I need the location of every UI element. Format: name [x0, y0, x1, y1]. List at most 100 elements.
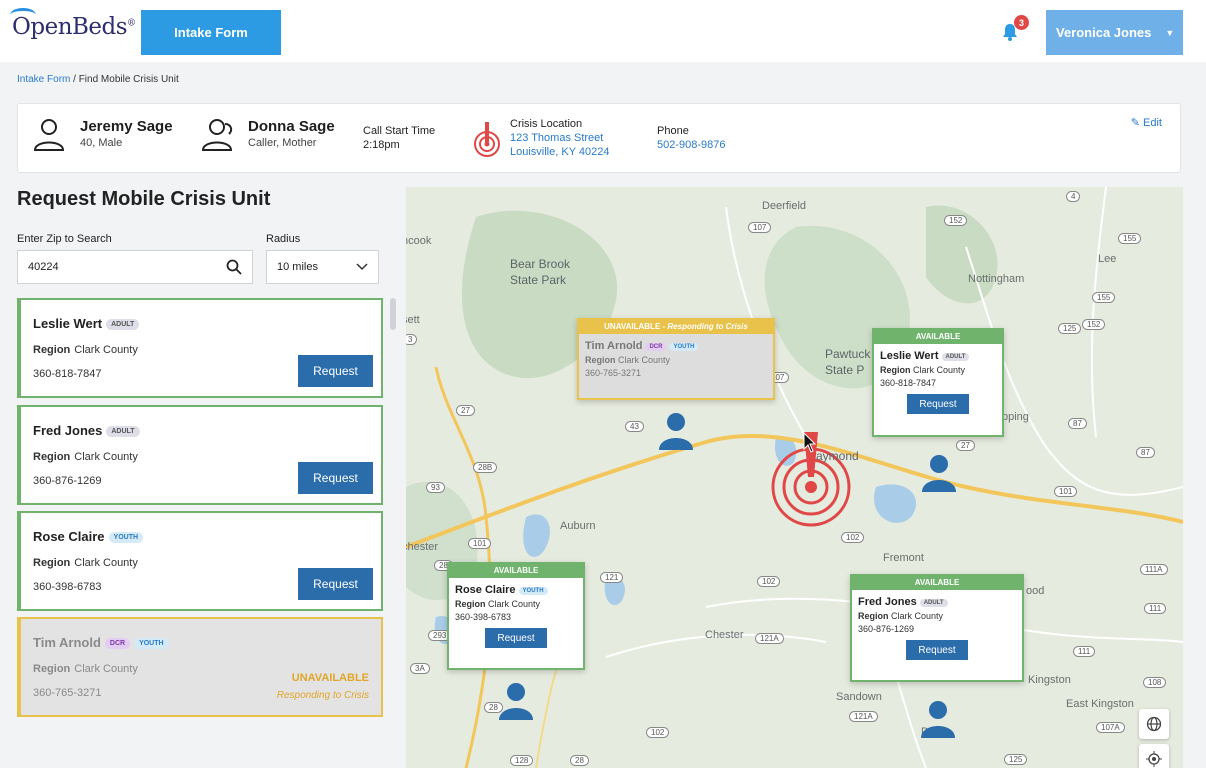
route-shield: 107 [748, 222, 772, 233]
popup-phone: 360-765-3271 [585, 368, 642, 378]
popup-region: Region Clark County [858, 611, 944, 621]
call-start-block: Call Start Time 2:18pm [363, 124, 435, 152]
patient-info: Jeremy Sage 40, Male [80, 118, 173, 149]
request-button[interactable]: Request [298, 568, 373, 600]
route-shield: 108 [1143, 677, 1167, 688]
edit-button[interactable]: ✎ Edit [1131, 116, 1162, 129]
popup-unit-name: Leslie Wert ADULT [880, 350, 1002, 362]
top-bar: OpenBeds® Intake Form 3 Veronica Jones ▼ [0, 0, 1206, 62]
adult-tag: ADULT [106, 426, 140, 437]
map-place-label: East Kingston [1066, 698, 1134, 710]
youth-tag: YOUTH [669, 343, 699, 351]
route-shield: 93 [426, 482, 445, 493]
zip-search-input[interactable]: 40224 [17, 250, 253, 284]
call-start-value: 2:18pm [363, 139, 400, 151]
unit-location-marker-rose-claire[interactable] [498, 682, 534, 720]
route-shield: 125 [1004, 754, 1028, 765]
crisis-address-line2[interactable]: Louisville, KY 40224 [510, 145, 609, 159]
popup-region: Region Clark County [455, 599, 541, 609]
unit-name: Leslie Wert ADULT [33, 316, 140, 331]
map-popup-rose-claire: AVAILABLE Rose Claire YOUTH Region Clark … [447, 562, 585, 670]
unit-phone: 360-818-7847 [33, 368, 102, 380]
popup-unit-name: Tim Arnold DCR YOUTH [585, 340, 773, 352]
route-shield: 111 [1073, 646, 1096, 657]
user-name: Veronica Jones [1056, 25, 1152, 40]
route-shield: 27 [456, 405, 475, 416]
map-place-label: Pawtuck [825, 347, 871, 361]
popup-unit-name: Fred Jones ADULT [858, 596, 1022, 608]
map-view[interactable]: Deerfield Bear Brook State Park Nottingh… [406, 187, 1183, 768]
edit-icon: ✎ [1130, 117, 1140, 129]
route-shield: 121A [849, 711, 878, 722]
crisis-address-line1[interactable]: 123 Thomas Street [510, 131, 609, 145]
radius-select[interactable]: 10 miles [266, 250, 379, 284]
unit-region: Region Clark County [33, 451, 138, 463]
request-button[interactable]: Request [298, 462, 373, 494]
map-place-label: sett [406, 314, 420, 326]
breadcrumb: Intake Form / Find Mobile Crisis Unit [17, 74, 179, 85]
map-place-label: Lee [1098, 253, 1117, 265]
route-shield: 155 [1118, 233, 1142, 244]
request-button[interactable]: Request [298, 355, 373, 387]
user-menu-button[interactable]: Veronica Jones ▼ [1046, 10, 1183, 55]
popup-region: Region Clark County [880, 365, 966, 375]
call-start-label: Call Start Time [363, 125, 436, 137]
route-shield: 111A [1140, 564, 1168, 575]
map-popup-fred-jones: AVAILABLE Fred Jones ADULT Region Clark C… [850, 574, 1024, 682]
radius-label: Radius [266, 233, 301, 245]
adult-tag: ADULT [106, 319, 140, 330]
route-shield: 4 [1066, 191, 1081, 202]
zip-value: 40224 [28, 261, 59, 273]
map-place-label: Deerfield [762, 200, 807, 212]
youth-tag: YOUTH [134, 638, 169, 649]
unit-location-marker-fred-jones[interactable] [920, 700, 956, 738]
unit-phone: 360-398-6783 [33, 581, 102, 593]
map-place-label: Kingston [1028, 674, 1071, 686]
phone-value[interactable]: 502-908-9876 [657, 138, 726, 152]
breadcrumb-link-intake[interactable]: Intake Form [17, 74, 70, 85]
caller-details: Caller, Mother [248, 137, 317, 149]
openbeds-logo[interactable]: OpenBeds® [10, 8, 136, 40]
unit-name: Tim Arnold DCR YOUTH [33, 635, 169, 650]
popup-request-button[interactable]: Request [907, 394, 969, 414]
popup-status-header: UNAVAILABLE - Responding to Crisis [579, 320, 773, 334]
map-place-label: ood [1026, 585, 1045, 597]
route-shield: 101 [468, 538, 492, 549]
zip-label: Enter Zip to Search [17, 233, 112, 245]
locate-icon[interactable] [1139, 744, 1169, 768]
mobile-unit-list: Leslie Wert ADULT Region Clark County 360-… [17, 298, 385, 718]
unit-region: Region Clark County [33, 344, 138, 356]
map-place-label: pping [1002, 411, 1029, 423]
unavailable-status: UNAVAILABLE [291, 672, 369, 684]
crisis-info-card: Jeremy Sage 40, Male Donna Sage Caller, … [17, 103, 1181, 173]
route-shield: 121A [755, 633, 784, 644]
crisis-location-label: Crisis Location [510, 118, 583, 130]
route-shield: 125 [1058, 323, 1082, 334]
popup-status-header: AVAILABLE [874, 330, 1002, 344]
unit-location-marker-tim-arnold[interactable] [658, 412, 694, 450]
tab-intake-form[interactable]: Intake Form [141, 10, 281, 55]
map-place-label: aymond [816, 449, 859, 463]
route-shield: 102 [646, 727, 670, 738]
route-shield: 107A [1096, 722, 1125, 733]
popup-request-button[interactable]: Request [906, 640, 968, 660]
radius-value: 10 miles [277, 261, 318, 273]
unit-phone: 360-765-3271 [33, 687, 102, 699]
logo-arc-icon [10, 8, 36, 22]
crisis-location-block: Crisis Location 123 Thomas Street Louisv… [510, 117, 609, 159]
unit-name: Rose Claire YOUTH [33, 529, 144, 544]
route-shield: 111 [1144, 603, 1167, 614]
popup-phone: 360-818-7847 [880, 378, 937, 388]
search-icon[interactable] [226, 259, 242, 275]
youth-tag: YOUTH [108, 532, 144, 543]
popup-unit-name: Rose Claire YOUTH [455, 584, 583, 596]
route-shield: 27 [956, 440, 975, 451]
globe-icon[interactable] [1139, 709, 1169, 739]
route-shield: 102 [757, 576, 781, 587]
breadcrumb-current: / Find Mobile Crisis Unit [73, 74, 179, 85]
list-scrollbar[interactable] [390, 298, 396, 330]
map-place-label: Nottingham [968, 273, 1025, 285]
route-shield: 43 [625, 421, 644, 432]
unit-location-marker-leslie-wert[interactable] [921, 454, 957, 492]
popup-request-button[interactable]: Request [485, 628, 547, 648]
